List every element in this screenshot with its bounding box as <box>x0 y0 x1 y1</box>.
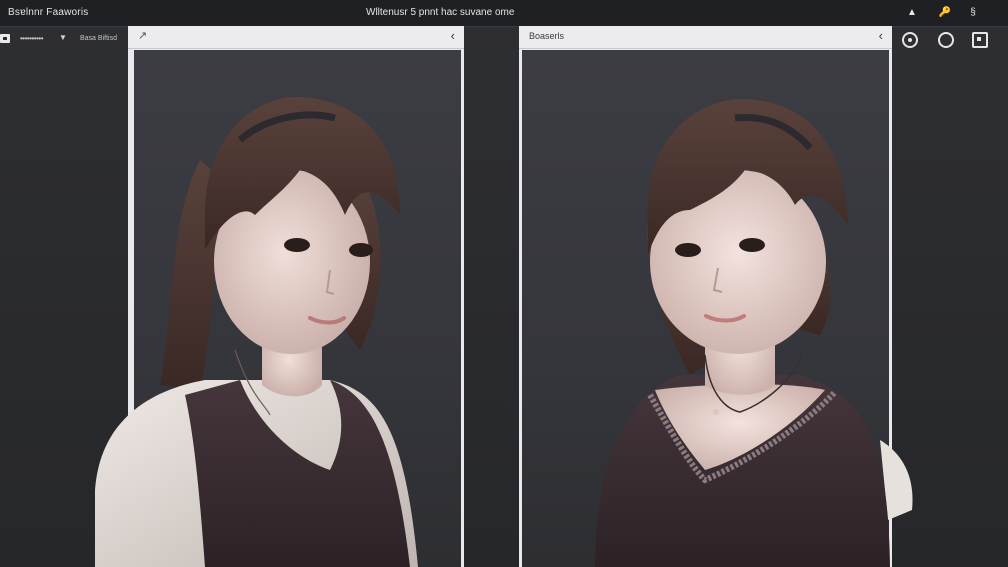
portraits-layer <box>95 96 913 567</box>
left-portrait <box>95 96 418 567</box>
app-window: Bsɐlnnr Faaworis Wlltenusr 5 pnnt hac su… <box>0 0 1008 567</box>
right-portrait <box>595 98 913 567</box>
